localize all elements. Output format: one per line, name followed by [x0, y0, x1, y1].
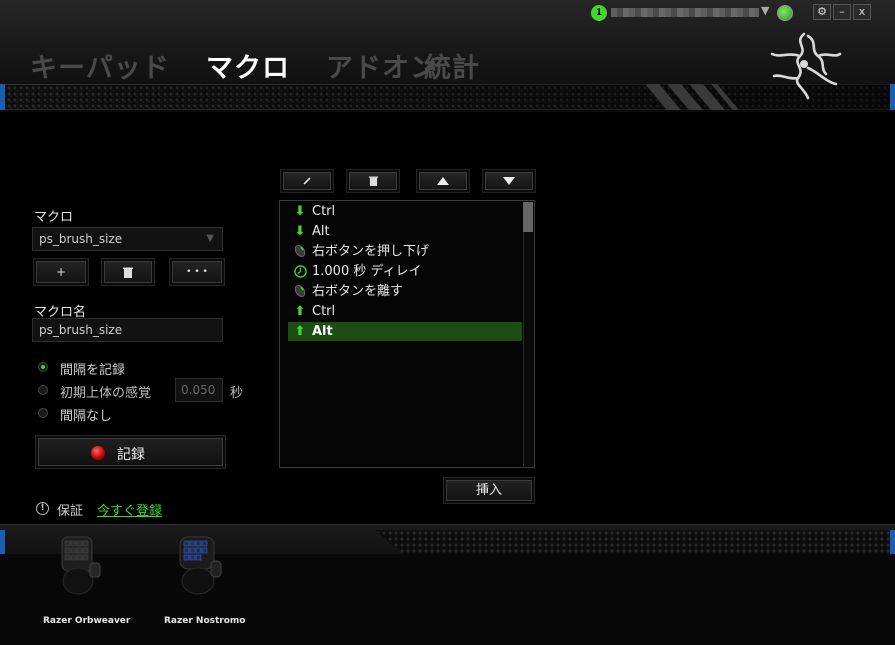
tab-macro[interactable]: マクロ	[206, 46, 290, 85]
arrow-down-icon	[503, 177, 515, 185]
mouse-icon	[291, 282, 309, 304]
edit-event-button[interactable]	[283, 172, 331, 190]
trash-icon	[123, 267, 133, 278]
right-edge-accent	[890, 84, 895, 110]
key-up-arrow-icon: ⬆	[294, 324, 306, 339]
online-globe-icon[interactable]	[777, 5, 793, 21]
tab-keypad[interactable]: キーパッド	[30, 46, 170, 85]
key-down-arrow-icon: ⬇	[294, 224, 306, 239]
settings-gear-icon[interactable]: ⚙	[813, 4, 831, 20]
record-button-label: 記録	[117, 447, 145, 463]
device-name-nostromo[interactable]: Razer Nostromo	[164, 616, 245, 626]
key-up-arrow-icon: ⬆	[294, 304, 306, 319]
list-item[interactable]: ⬆ Ctrl	[288, 302, 522, 321]
record-button[interactable]: 記録	[38, 438, 223, 466]
user-name[interactable]	[611, 8, 759, 17]
more-options-button[interactable]: • • •	[172, 261, 222, 283]
list-item[interactable]: ⬇ Alt	[288, 222, 522, 241]
arrow-up-icon	[437, 177, 449, 185]
delete-event-button[interactable]	[349, 172, 397, 190]
radio-initial-delay[interactable]	[38, 385, 48, 395]
scrollbar-thumb[interactable]	[523, 202, 533, 232]
macro-name-input[interactable]: ps_brush_size	[32, 318, 223, 342]
radio-no-interval[interactable]	[38, 408, 48, 418]
delete-macro-button[interactable]	[104, 261, 152, 283]
delay-value-input[interactable]: 0.050	[175, 378, 223, 402]
move-up-button[interactable]	[419, 172, 467, 190]
macro-section-label: マクロ	[34, 210, 74, 225]
left-edge-accent	[0, 84, 5, 110]
radio-initial-delay-label: 初期上体の感覚	[60, 386, 152, 401]
minimize-button[interactable]: –	[833, 4, 851, 20]
pencil-icon	[303, 177, 311, 185]
device-bar-hex-band	[375, 530, 895, 554]
razer-orbweaver-device-icon[interactable]	[56, 533, 104, 597]
radio-record-interval[interactable]	[38, 362, 48, 372]
list-item[interactable]: 右ボタンを離す	[288, 282, 522, 301]
mouse-icon	[291, 242, 309, 264]
trash-icon	[368, 176, 378, 186]
radio-no-interval-label: 間隔なし	[60, 409, 113, 424]
device-name-orbweaver[interactable]: Razer Orbweaver	[43, 616, 130, 626]
delay-unit-label: 秒	[230, 386, 244, 401]
list-item-selected[interactable]: ⬆ Alt	[288, 322, 522, 341]
razer-logo-icon	[770, 32, 842, 100]
macro-select[interactable]: ps_brush_size ▼	[32, 227, 223, 251]
clock-icon	[291, 262, 309, 284]
macro-event-list[interactable]: ⬇ Ctrl ⬇ Alt 右ボタンを押し下げ 1.000 秒 ディレイ 右ボタン…	[279, 200, 535, 468]
tab-addon[interactable]: アドオン	[326, 46, 438, 85]
razer-nostromo-device-icon[interactable]	[176, 533, 226, 597]
notification-badge[interactable]: 1	[591, 5, 607, 21]
key-down-arrow-icon: ⬇	[294, 204, 306, 219]
chevron-down-icon[interactable]: ▼	[761, 4, 769, 17]
info-icon: !	[36, 502, 49, 515]
macro-select-value: ps_brush_size	[39, 232, 123, 246]
record-dot-icon	[91, 446, 105, 460]
add-macro-button[interactable]: +	[36, 261, 86, 283]
list-item[interactable]: 右ボタンを押し下げ	[288, 242, 522, 261]
move-down-button[interactable]	[485, 172, 533, 190]
warranty-label: 保証	[57, 504, 84, 519]
header-stripes	[645, 84, 742, 110]
tab-stats[interactable]: 統計	[424, 46, 480, 85]
close-button[interactable]: x	[853, 4, 871, 20]
scrollbar-track[interactable]	[523, 202, 533, 466]
register-now-link[interactable]: 今すぐ登録	[97, 500, 162, 519]
chevron-down-icon: ▼	[206, 233, 214, 244]
insert-button[interactable]: 挿入	[446, 480, 532, 501]
radio-record-interval-label: 間隔を記録	[60, 363, 126, 378]
list-item[interactable]: ⬇ Ctrl	[288, 202, 522, 221]
list-item[interactable]: 1.000 秒 ディレイ	[288, 262, 522, 281]
